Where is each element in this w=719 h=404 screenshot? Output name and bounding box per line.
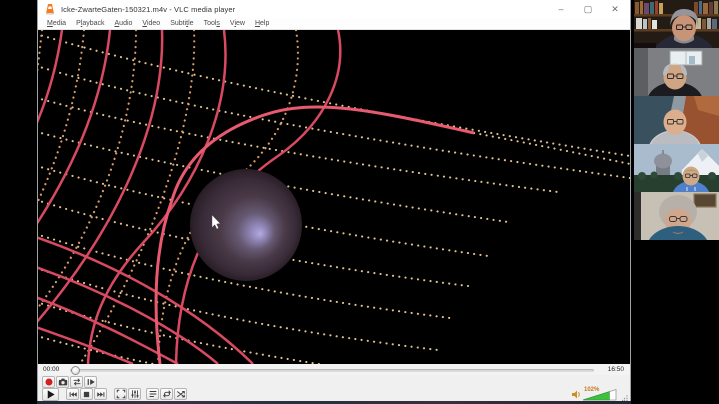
participant-video-4[interactable] [634,144,719,192]
equalizer-icon [130,389,140,399]
camera-icon [58,377,68,387]
vlc-window: Icke-ZwarteGaten-150321.m4v - VLC media … [37,0,631,401]
wall-painting [694,194,716,207]
main-controls-row: 102% [38,388,630,401]
menu-item-tools[interactable]: Tools [199,18,225,29]
video-call-sidebar [634,0,719,404]
play-button[interactable] [42,388,59,401]
ab-loop-icon [72,377,82,387]
advanced-controls-row [38,375,630,388]
seek-knob[interactable] [71,366,80,375]
menu-item-media[interactable]: Media [42,18,71,29]
window-controls: –▢ ✕ [554,0,622,18]
shuffle-icon [176,389,186,399]
stop-button[interactable] [80,388,93,400]
extended-settings-button[interactable] [128,388,141,400]
video-canvas[interactable] [38,30,630,364]
seek-slider[interactable] [70,369,594,372]
current-time: 00:00 [43,366,59,373]
play-icon [45,389,56,400]
next-button[interactable] [94,388,107,400]
menu-item-video[interactable]: Video [137,18,165,29]
frame-by-frame-button[interactable] [84,376,97,388]
close-button[interactable]: ✕ [608,2,622,16]
frame-icon [86,377,96,387]
participant-video-2[interactable] [634,48,719,96]
menu-item-view[interactable]: View [225,18,250,29]
next-icon [96,390,106,399]
menu-bar: MediaPlaybackAudioVideoSubtitleToolsView… [38,18,630,30]
menu-item-help[interactable]: Help [250,18,274,29]
ab-loop-button[interactable] [70,376,83,388]
snapshot-button[interactable] [56,376,69,388]
random-button[interactable] [174,388,187,400]
previous-icon [68,390,78,399]
seek-row: 00:00 16:50 [38,364,630,375]
volume-percent: 102% [584,387,599,393]
door-edge [634,192,641,240]
menu-item-playback[interactable]: Playback [71,18,109,29]
volume-control[interactable]: 102% [572,388,624,401]
record-icon [44,377,54,387]
speaker-icon [572,390,582,399]
skylight-window [670,51,702,65]
stop-icon [82,390,91,399]
loop-button[interactable] [160,388,173,400]
menu-item-subtitle[interactable]: Subtitle [165,18,198,29]
loop-icon [162,389,172,399]
participant-video-1[interactable] [634,0,719,48]
blackhole-visualization [38,30,630,364]
record-button[interactable] [42,376,55,388]
participant-video-5[interactable] [634,192,719,240]
participant-video-3[interactable] [634,96,719,144]
dotted-ray-grid [38,32,630,364]
maximize-button[interactable]: ▢ [581,2,595,16]
fullscreen-button[interactable] [114,388,127,400]
wall-shadow [634,48,648,96]
fullscreen-icon [116,389,126,399]
playlist-icon [148,389,158,399]
desktop-background: Icke-ZwarteGaten-150321.m4v - VLC media … [0,0,719,404]
window-titlebar[interactable]: Icke-ZwarteGaten-150321.m4v - VLC media … [38,0,630,18]
previous-button[interactable] [66,388,79,400]
menu-item-audio[interactable]: Audio [110,18,138,29]
total-time: 16:50 [608,366,624,373]
vlc-cone-icon [45,3,55,15]
black-hole-sphere [190,169,302,281]
minimize-button[interactable]: – [554,2,568,16]
playlist-button[interactable] [146,388,159,400]
window-title: Icke-ZwarteGaten-150321.m4v - VLC media … [61,5,235,14]
